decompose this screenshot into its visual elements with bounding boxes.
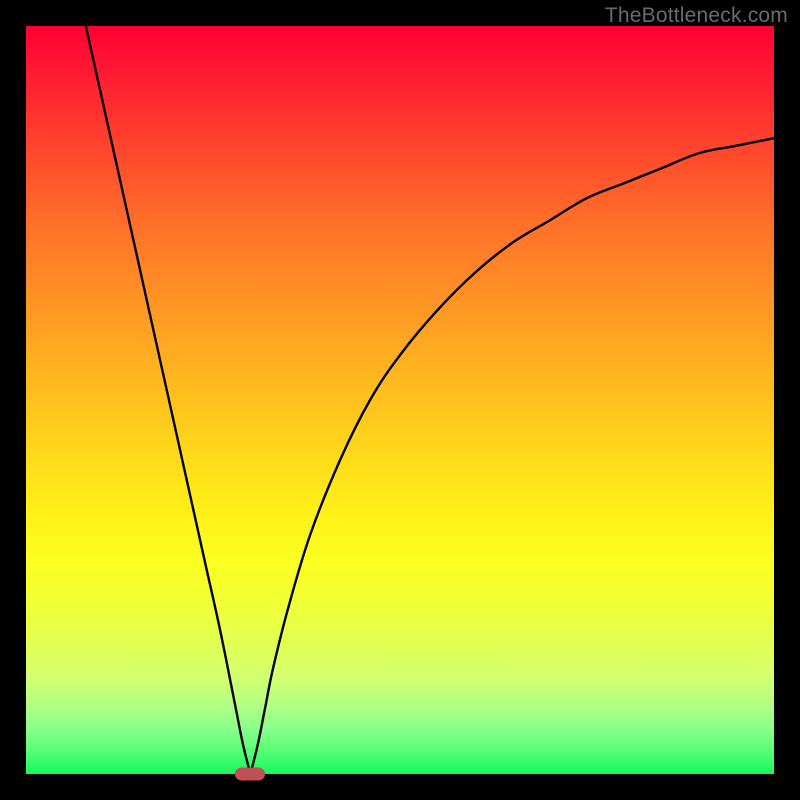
curve-left-branch <box>86 26 251 774</box>
curve-layer <box>26 26 774 774</box>
chart-canvas: TheBottleneck.com <box>0 0 800 800</box>
plot-area <box>26 26 774 774</box>
min-marker <box>235 768 265 781</box>
curve-right-branch <box>250 138 774 774</box>
watermark-text: TheBottleneck.com <box>605 4 788 28</box>
